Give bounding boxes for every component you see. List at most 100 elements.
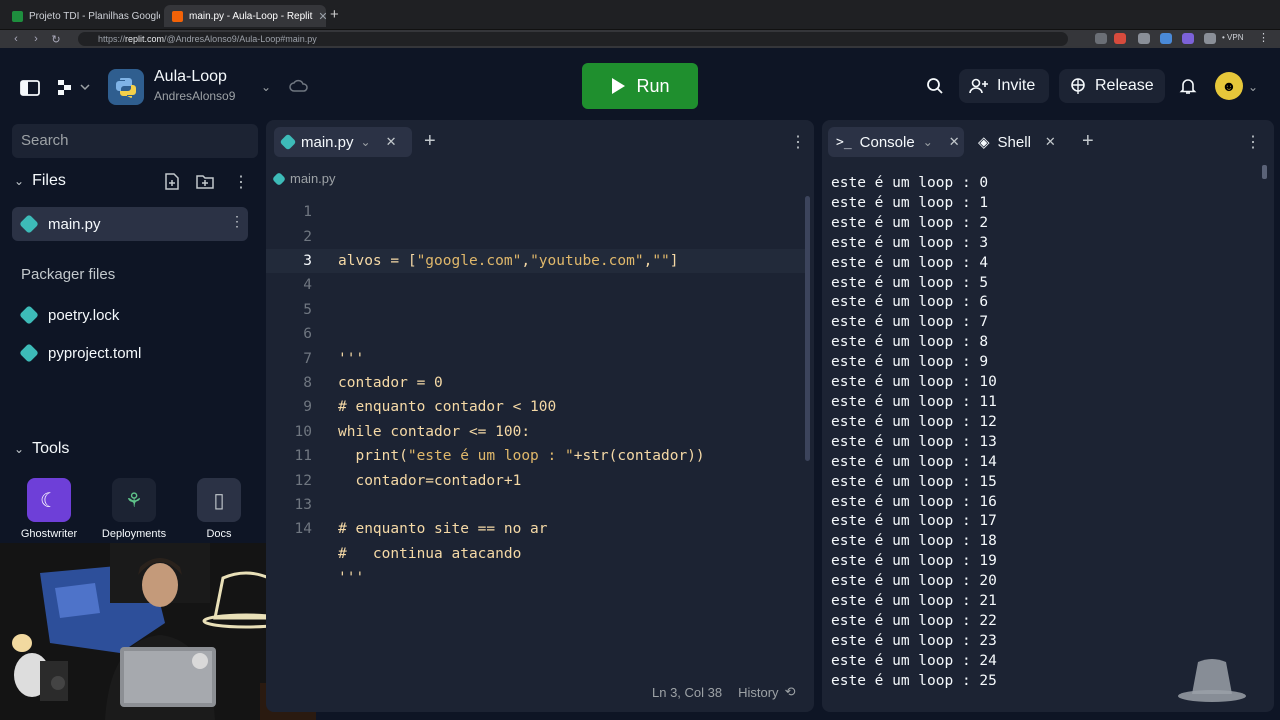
line-number: 4	[303, 277, 312, 294]
files-section-header[interactable]: ⌄ Files	[14, 172, 66, 190]
release-icon	[1071, 78, 1085, 94]
code-line: 14 # enquanto site == no ar	[266, 517, 806, 541]
chevron-down-icon: ⌄	[14, 442, 25, 456]
tab-main-py[interactable]: main.py ⌄ ✕	[274, 127, 412, 157]
browser-tab-replit[interactable]: main.py - Aula-Loop - Replit ✕	[164, 5, 326, 27]
file-item-pyproject-toml[interactable]: pyproject.toml	[12, 336, 248, 370]
search-icon[interactable]	[926, 77, 944, 95]
extension-icon[interactable]	[1204, 33, 1216, 44]
search-input[interactable]: Search	[12, 124, 258, 158]
url-field[interactable]: https://replit.com/@AndresAlonso9/Aula-L…	[78, 32, 1068, 46]
file-menu-icon[interactable]: ⋮	[230, 213, 244, 230]
tool-label: Docs	[206, 528, 232, 540]
code-line: 4	[266, 273, 806, 297]
file-item-poetry-lock[interactable]: poetry.lock	[12, 298, 248, 332]
editor-tab-label: main.py	[301, 133, 354, 151]
chevron-down-icon[interactable]: ⌄	[261, 80, 271, 94]
tool-deployments[interactable]: ⚘ Deployments	[89, 478, 179, 540]
file-name: main.py	[48, 215, 101, 233]
vpn-badge[interactable]: • VPN	[1222, 33, 1243, 42]
packager-files-title: Packager files	[21, 266, 116, 283]
line-number: 1	[303, 204, 312, 221]
reload-icon[interactable]: ↻	[46, 33, 66, 46]
console-scrollbar[interactable]	[1262, 165, 1267, 179]
extension-icon[interactable]	[1182, 33, 1194, 44]
line-number: 2	[303, 228, 312, 245]
breadcrumb-file[interactable]: main.py	[290, 171, 336, 186]
replit-menu-icon[interactable]	[56, 78, 90, 96]
files-menu-icon[interactable]: ⋮	[233, 172, 249, 192]
chevron-down-icon[interactable]: ⌄	[923, 135, 933, 149]
python-file-icon	[271, 171, 287, 186]
terminal-icon: >_	[836, 134, 852, 150]
console-menu-icon[interactable]: ⋮	[1245, 132, 1261, 152]
tool-label: Ghostwriter	[20, 528, 78, 540]
new-folder-icon[interactable]	[196, 174, 214, 189]
new-file-icon[interactable]	[164, 173, 180, 190]
editor-menu-icon[interactable]: ⋮	[790, 132, 806, 152]
history-button[interactable]: History ⟲	[738, 684, 795, 700]
forward-icon[interactable]: ›	[26, 33, 46, 45]
close-icon[interactable]: ✕	[949, 134, 960, 150]
code-line: # continua atacando	[266, 542, 806, 566]
python-file-icon	[279, 133, 297, 151]
sheets-icon	[12, 10, 23, 22]
release-button[interactable]: Release	[1059, 69, 1165, 103]
close-icon[interactable]: ✕	[312, 10, 326, 23]
browser-tab-sheets[interactable]: Projeto TDI - Planilhas Google ✕	[4, 5, 160, 27]
invite-label: Invite	[997, 77, 1036, 94]
tab-console[interactable]: >_ Console ⌄ ✕	[828, 127, 964, 157]
code-text: # continua atacando	[338, 545, 522, 562]
play-icon	[612, 78, 626, 94]
run-button[interactable]: Run	[582, 63, 698, 109]
line-number: 11	[294, 448, 312, 465]
code-line: 11 print("este é um loop : "+str(contado…	[266, 444, 806, 468]
extension-icon[interactable]	[1160, 33, 1172, 44]
docs-icon: ▯	[197, 478, 241, 522]
url-path: /@AndresAlonso9/Aula-Loop#main.py	[164, 34, 317, 44]
avatar[interactable]: ☻	[1215, 72, 1243, 100]
extension-icon[interactable]	[1095, 33, 1107, 44]
new-tab-icon[interactable]: +	[424, 130, 436, 153]
tools-title: Tools	[32, 440, 70, 457]
bell-icon[interactable]	[1179, 77, 1197, 95]
close-icon[interactable]: ✕	[1045, 134, 1056, 150]
tool-ghostwriter[interactable]: ☾ Ghostwriter	[4, 478, 94, 540]
new-tab-icon[interactable]: +	[1082, 130, 1094, 153]
tab-shell[interactable]: ◈ Shell ✕	[970, 127, 1070, 157]
code-text: '''	[338, 570, 365, 587]
editor-status-bar: Ln 3, Col 38 History ⟲	[652, 684, 795, 700]
extension-icon[interactable]	[1114, 33, 1126, 44]
console-tab-label: Console	[859, 133, 915, 151]
close-icon[interactable]: ✕	[386, 134, 397, 150]
browser-tab-title: main.py - Aula-Loop - Replit	[189, 10, 313, 22]
chevron-down-icon[interactable]: ⌄	[361, 135, 371, 149]
python-logo-icon	[108, 69, 144, 105]
url-host: replit.com	[125, 34, 165, 44]
deployments-icon: ⚘	[112, 478, 156, 522]
browser-menu-icon[interactable]: ⋮	[1258, 31, 1269, 44]
file-item-main-py[interactable]: main.py ⋮	[12, 207, 248, 241]
package-file-icon	[19, 343, 39, 363]
chevron-down-icon[interactable]: ⌄	[1248, 80, 1258, 94]
release-label: Release	[1095, 77, 1154, 94]
code-line: 10 while contador <= 100:	[266, 420, 806, 444]
new-tab-icon[interactable]: +	[330, 6, 339, 23]
extension-icon[interactable]	[1138, 33, 1150, 44]
sidebar-toggle-icon[interactable]	[20, 80, 40, 96]
shell-icon: ◈	[978, 134, 990, 151]
code-line: 6	[266, 322, 806, 346]
line-number: 6	[303, 326, 312, 343]
cursor-position[interactable]: Ln 3, Col 38	[652, 685, 722, 700]
back-icon[interactable]: ‹	[6, 33, 26, 45]
cloud-icon	[289, 79, 309, 93]
tool-docs[interactable]: ▯ Docs	[174, 478, 264, 540]
tools-section-header[interactable]: ⌄ Tools	[14, 440, 69, 458]
invite-button[interactable]: Invite	[959, 69, 1049, 103]
code-text: contador = 0	[338, 374, 443, 391]
project-owner[interactable]: AndresAlonso9	[154, 89, 235, 103]
code-line: 12 contador=contador+1	[266, 468, 806, 492]
editor-scrollbar[interactable]	[805, 196, 810, 461]
project-name[interactable]: Aula-Loop	[154, 68, 227, 86]
console-output: este é um loop : 0 este é um loop : 1 es…	[831, 175, 997, 689]
